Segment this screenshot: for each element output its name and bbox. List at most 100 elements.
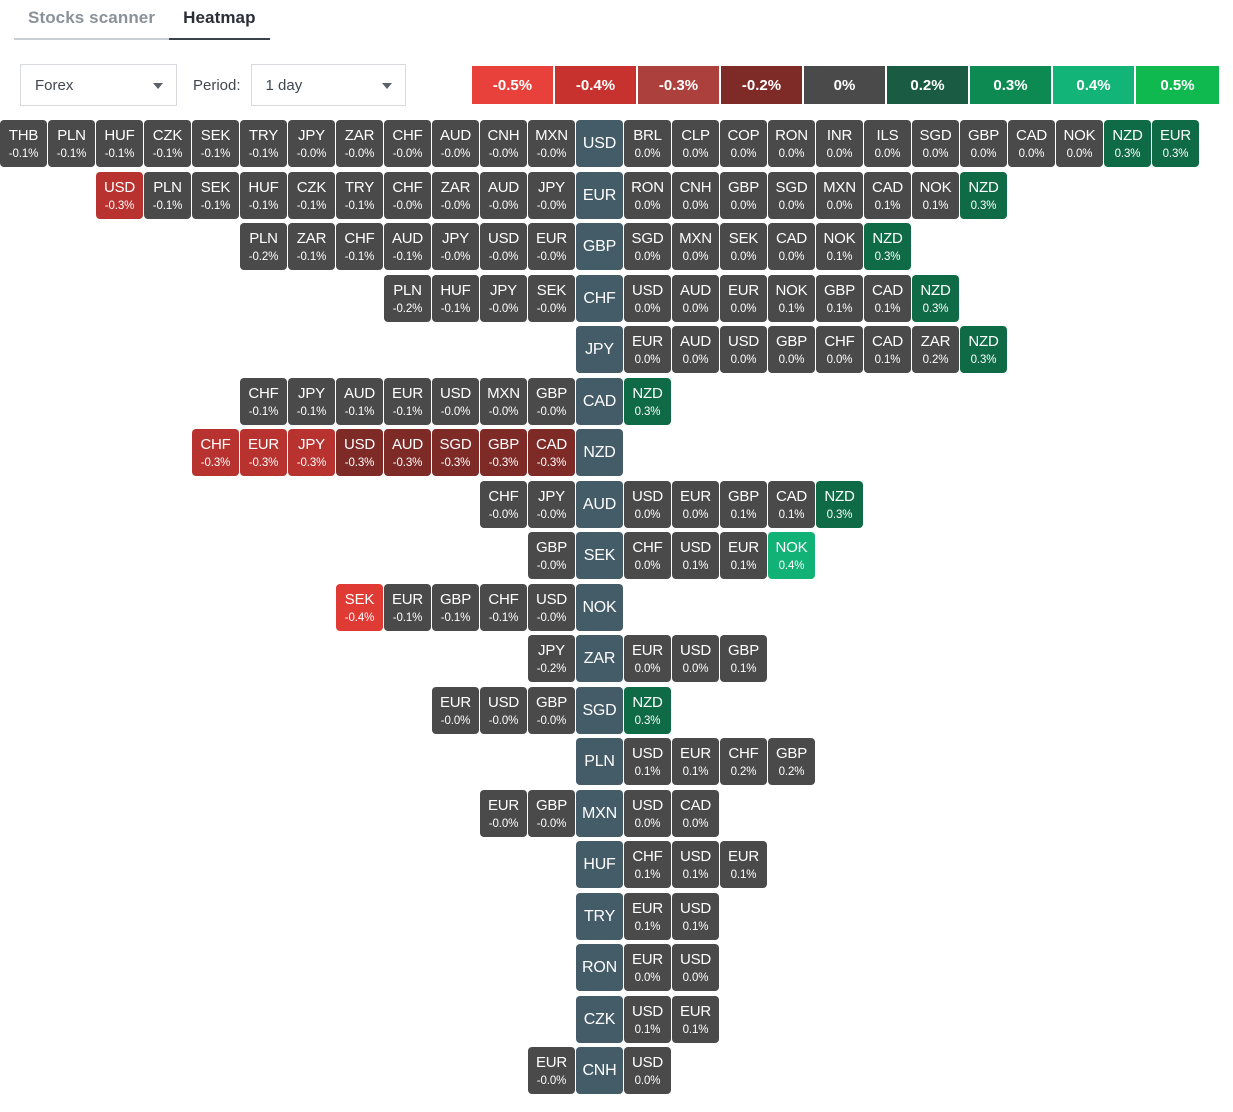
heatmap-cell[interactable]: EUR 0.3% [1152,120,1199,167]
heatmap-cell[interactable]: GBP 0.1% [720,480,767,528]
heatmap-cell[interactable]: NZD 0.3% [624,377,671,425]
heatmap-cell[interactable]: PLN -0.2% [384,274,431,322]
heatmap-cell[interactable]: EUR 0.0% [672,480,719,528]
heatmap-cell[interactable]: CHF -0.1% [336,223,383,270]
heatmap-cell[interactable]: CHF 0.2% [720,738,767,785]
heatmap-cell[interactable]: ZAR 0.2% [912,326,959,373]
heatmap-cell[interactable]: CHF -0.0% [384,120,431,167]
heatmap-cell[interactable]: HUF -0.1% [240,171,287,219]
heatmap-cell[interactable]: AUD -0.0% [480,171,527,219]
heatmap-cell[interactable]: USD -0.3% [336,429,383,476]
heatmap-cell[interactable]: JPY -0.0% [528,480,575,528]
heatmap-cell[interactable]: SGD 0.0% [768,171,815,219]
heatmap-cell[interactable]: RON 0.0% [624,171,671,219]
heatmap-cell[interactable]: GBP -0.0% [528,789,575,837]
heatmap-cell[interactable]: NOK 0.0% [1056,120,1103,167]
heatmap-cell[interactable]: JPY -0.2% [528,635,575,682]
heatmap-cell[interactable]: NZD 0.3% [1104,120,1151,167]
heatmap-cell[interactable]: NOK 0.1% [768,274,815,322]
heatmap-cell[interactable]: SGD 0.0% [912,120,959,167]
heatmap-cell[interactable]: USD 0.1% [672,841,719,888]
tab-stocks-scanner[interactable]: Stocks scanner [14,0,170,40]
heatmap-cell[interactable]: EUR 0.0% [624,944,671,991]
heatmap-cell[interactable]: EUR -0.1% [384,377,431,425]
heatmap-cell[interactable]: ILS 0.0% [864,120,911,167]
heatmap-cell[interactable]: USD 0.0% [672,635,719,682]
heatmap-cell[interactable]: JPY -0.0% [528,171,575,219]
heatmap-cell[interactable]: SEK -0.1% [192,171,239,219]
heatmap-cell[interactable]: NZD 0.3% [960,326,1007,373]
heatmap-cell[interactable]: AUD 0.0% [672,274,719,322]
heatmap-cell[interactable]: HUF -0.1% [96,120,143,167]
heatmap-cell[interactable]: PLN -0.1% [48,120,95,167]
heatmap-cell[interactable]: AUD 0.0% [672,326,719,373]
heatmap-cell[interactable]: SEK -0.1% [192,120,239,167]
heatmap-cell[interactable]: GBP 0.1% [816,274,863,322]
heatmap-cell[interactable]: USD 0.1% [672,892,719,940]
heatmap-cell[interactable]: EUR -0.0% [528,223,575,270]
heatmap-cell[interactable]: CNH 0.0% [672,171,719,219]
heatmap-cell[interactable]: INR 0.0% [816,120,863,167]
heatmap-cell[interactable]: PLN -0.2% [240,223,287,270]
heatmap-cell[interactable]: CAD 0.1% [768,480,815,528]
period-select[interactable]: 1 day [250,64,406,106]
heatmap-cell[interactable]: AUD -0.3% [384,429,431,476]
heatmap-cell[interactable]: GBP 0.0% [768,326,815,373]
heatmap-cell[interactable]: GBP 0.2% [768,738,815,785]
heatmap-cell[interactable]: EUR -0.0% [480,789,527,837]
heatmap-cell[interactable]: NZD 0.3% [624,686,671,734]
heatmap-cell[interactable]: USD -0.0% [480,223,527,270]
heatmap-cell[interactable]: NOK 0.4% [768,532,815,579]
heatmap-cell[interactable]: CAD 0.0% [768,223,815,270]
heatmap-cell[interactable]: USD 0.0% [624,274,671,322]
heatmap-cell[interactable]: ZAR -0.0% [336,120,383,167]
heatmap-cell[interactable]: NOK 0.1% [912,171,959,219]
heatmap-cell[interactable]: CZK -0.1% [144,120,191,167]
heatmap-cell[interactable]: THB -0.1% [0,120,47,167]
heatmap-cell[interactable]: EUR 0.0% [624,326,671,373]
heatmap-cell[interactable]: CHF -0.0% [384,171,431,219]
heatmap-cell[interactable]: NZD 0.3% [960,171,1007,219]
heatmap-cell[interactable]: USD 0.0% [672,944,719,991]
heatmap-cell[interactable]: GBP -0.3% [480,429,527,476]
heatmap-cell[interactable]: EUR 0.0% [720,274,767,322]
heatmap-cell[interactable]: EUR 0.1% [624,892,671,940]
heatmap-cell[interactable]: SEK 0.0% [720,223,767,270]
heatmap-cell[interactable]: TRY -0.1% [240,120,287,167]
heatmap-cell[interactable]: EUR 0.1% [672,738,719,785]
heatmap-cell[interactable]: USD 0.1% [624,995,671,1043]
heatmap-cell[interactable]: RON 0.0% [768,120,815,167]
heatmap-cell[interactable]: USD -0.3% [96,171,143,219]
heatmap-cell[interactable]: NZD 0.3% [912,274,959,322]
heatmap-cell[interactable]: NZD 0.3% [816,480,863,528]
heatmap-cell[interactable]: SEK -0.4% [336,583,383,631]
heatmap-cell[interactable]: USD 0.0% [624,789,671,837]
heatmap-cell[interactable]: CAD 0.1% [864,326,911,373]
heatmap-cell[interactable]: GBP -0.0% [528,532,575,579]
heatmap-cell[interactable]: CHF -0.3% [192,429,239,476]
heatmap-cell[interactable]: USD 0.0% [720,326,767,373]
heatmap-cell[interactable]: CNH -0.0% [480,120,527,167]
heatmap-cell[interactable]: GBP 0.0% [960,120,1007,167]
heatmap-cell[interactable]: USD -0.0% [432,377,479,425]
heatmap-cell[interactable]: EUR -0.1% [384,583,431,631]
heatmap-cell[interactable]: NOK 0.1% [816,223,863,270]
heatmap-cell[interactable]: JPY -0.0% [480,274,527,322]
heatmap-cell[interactable]: CZK -0.1% [288,171,335,219]
tab-heatmap[interactable]: Heatmap [169,0,270,40]
heatmap-cell[interactable]: TRY -0.1% [336,171,383,219]
heatmap-cell[interactable]: JPY -0.0% [432,223,479,270]
heatmap-cell[interactable]: GBP 0.0% [720,171,767,219]
heatmap-cell[interactable]: USD 0.1% [672,532,719,579]
heatmap-cell[interactable]: CHF 0.0% [816,326,863,373]
heatmap-cell[interactable]: CHF -0.0% [480,480,527,528]
heatmap-cell[interactable]: SEK -0.0% [528,274,575,322]
heatmap-cell[interactable]: EUR 0.1% [672,995,719,1043]
heatmap-cell[interactable]: ZAR -0.1% [288,223,335,270]
heatmap-cell[interactable]: CAD 0.1% [864,171,911,219]
heatmap-cell[interactable]: MXN -0.0% [480,377,527,425]
heatmap-cell[interactable]: AUD -0.1% [336,377,383,425]
heatmap-cell[interactable]: CAD 0.0% [1008,120,1055,167]
heatmap-cell[interactable]: MXN 0.0% [672,223,719,270]
heatmap-cell[interactable]: GBP -0.1% [432,583,479,631]
